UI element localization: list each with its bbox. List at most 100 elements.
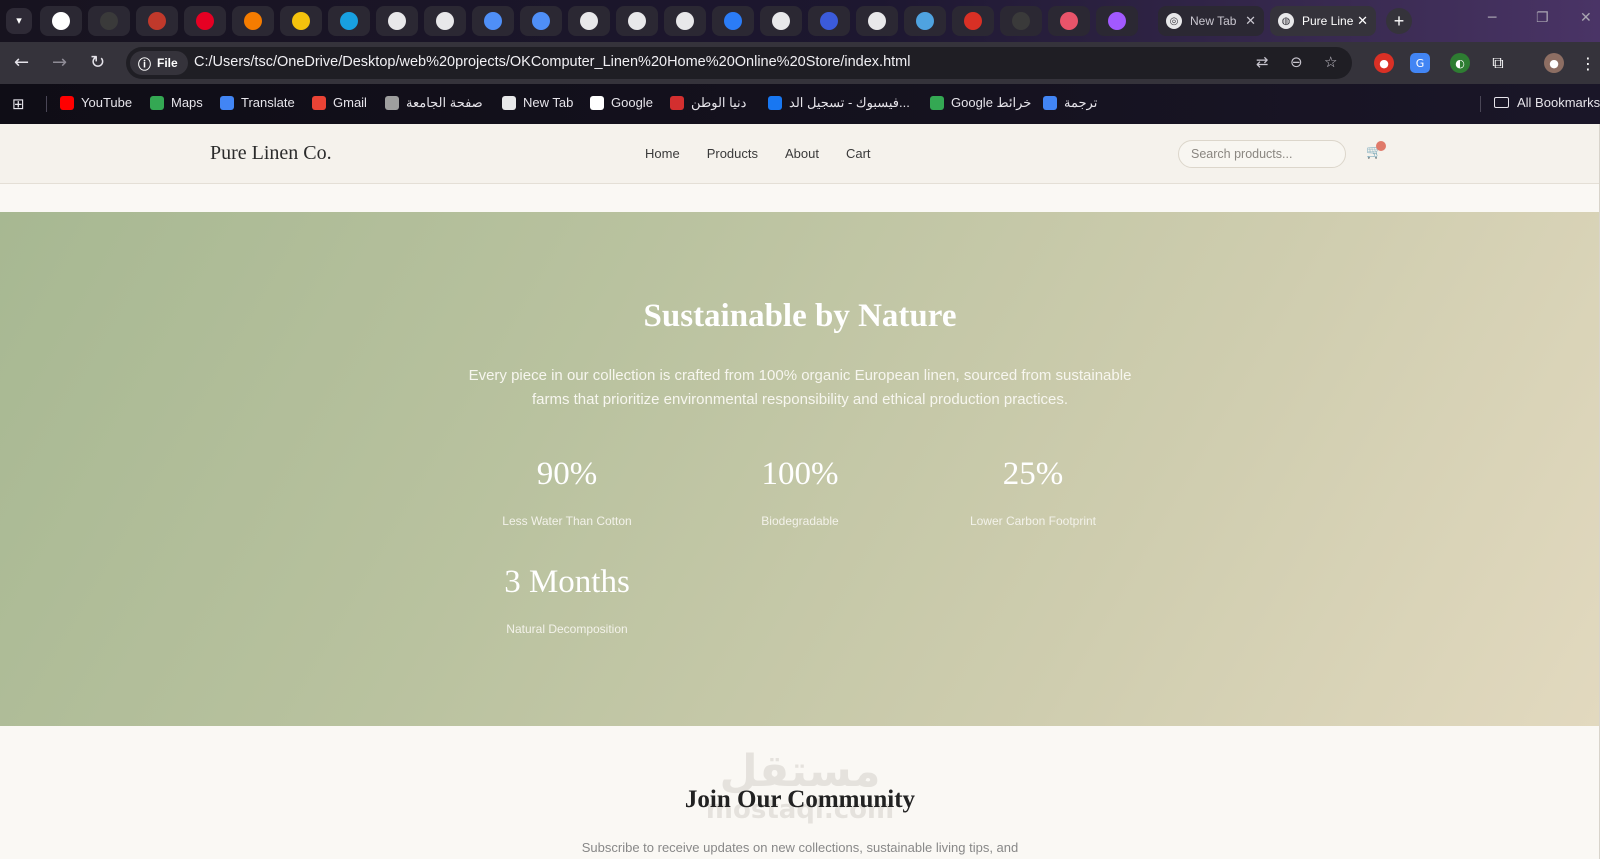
adblock-extension-icon[interactable]: ●: [1374, 53, 1394, 73]
pinned-tab[interactable]: [760, 6, 802, 36]
maps-icon: [150, 95, 164, 110]
new-tab-button[interactable]: +: [1386, 8, 1412, 34]
section-title: Sustainable by Nature: [643, 298, 957, 334]
forward-icon[interactable]: →: [52, 52, 67, 73]
reload-icon[interactable]: ↻: [90, 52, 105, 73]
pinned-tab[interactable]: [808, 6, 850, 36]
address-bar[interactable]: ⓘ File C:/Users/tsc/OneDrive/Desktop/web…: [126, 47, 1352, 79]
pie-icon: [1060, 12, 1078, 30]
main-nav: Home Products About Cart: [645, 146, 898, 161]
speed-icon: [148, 12, 166, 30]
pinned-tab[interactable]: [280, 6, 322, 36]
separator: [46, 96, 47, 112]
extension-icon[interactable]: ◐: [1450, 53, 1470, 73]
bookmark-item[interactable]: Google: [590, 95, 653, 110]
moon-icon: [724, 12, 742, 30]
bookmark-item[interactable]: YouTube: [60, 95, 132, 110]
all-bookmarks-button[interactable]: All Bookmarks: [1494, 95, 1600, 110]
pinned-tab[interactable]: [40, 6, 82, 36]
bookmark-label: YouTube: [81, 95, 133, 110]
back-icon[interactable]: ←: [14, 52, 29, 73]
tab-new-tab[interactable]: ◎ New Tab ✕: [1158, 6, 1264, 36]
circle-app-icon: [340, 12, 358, 30]
bookmark-label: Maps: [171, 95, 203, 110]
search-input[interactable]: [1178, 140, 1346, 168]
pinned-tab[interactable]: [1048, 6, 1090, 36]
globe-icon: [772, 12, 790, 30]
site-info-label: File: [157, 56, 178, 70]
info-icon: ⓘ: [138, 57, 152, 73]
puzzle-icon[interactable]: ⧉: [1488, 53, 1508, 73]
apps-grid-icon[interactable]: ⊞: [12, 95, 25, 113]
minimize-icon[interactable]: ─: [1488, 10, 1496, 26]
close-icon[interactable]: ✕: [1357, 14, 1368, 29]
bookmark-item[interactable]: صفحة الجامعة: [385, 95, 483, 111]
google-icon: [590, 95, 604, 110]
bookmark-label: Gmail: [333, 95, 367, 110]
flame-icon: [244, 12, 262, 30]
translate-extension-icon[interactable]: G: [1410, 53, 1430, 73]
pinned-tab[interactable]: [232, 6, 274, 36]
bookmark-item[interactable]: فيسبوك - تسجيل الد...: [768, 95, 910, 111]
pinned-tab[interactable]: [664, 6, 706, 36]
url-text[interactable]: C:/Users/tsc/OneDrive/Desktop/web%20proj…: [194, 54, 910, 70]
news-icon: [670, 96, 684, 110]
pinned-tab[interactable]: [904, 6, 946, 36]
nav-cart[interactable]: Cart: [846, 146, 871, 161]
bookmark-label: فيسبوك - تسجيل الد...: [789, 95, 910, 110]
avatar[interactable]: ●: [1544, 53, 1564, 73]
more-menu-icon[interactable]: ⋮: [1578, 53, 1598, 73]
pinned-tab[interactable]: [616, 6, 658, 36]
nav-home[interactable]: Home: [645, 146, 680, 161]
bookmark-label: ترجمة: [1064, 95, 1098, 110]
figma-icon: [1108, 12, 1126, 30]
pinned-tab[interactable]: [184, 6, 226, 36]
chevron-down-icon[interactable]: ▾: [6, 8, 32, 34]
youtube-icon: [60, 95, 74, 110]
community-section: مستقل mostaql.com Join Our Community Sub…: [0, 726, 1600, 859]
translate-page-icon[interactable]: ⇄: [1256, 53, 1269, 71]
pinned-tab[interactable]: [712, 6, 754, 36]
bowl-icon: [916, 12, 934, 30]
restore-icon[interactable]: ❐: [1536, 10, 1549, 26]
bookmark-label: دنيا الوطن: [691, 95, 747, 110]
nav-about[interactable]: About: [785, 146, 819, 161]
close-icon[interactable]: ✕: [1245, 14, 1256, 29]
stat-value: 100%: [761, 456, 839, 492]
bookmark-star-icon[interactable]: ☆: [1324, 53, 1337, 71]
bookmark-item[interactable]: Gmail: [312, 95, 367, 110]
globe-icon: [868, 12, 886, 30]
google-icon: [52, 12, 70, 30]
pinned-tab[interactable]: [472, 6, 514, 36]
bookmarks-bar: ⊞ YouTube Maps Translate Gmail صفحة الجامعة N…: [0, 84, 1600, 124]
pinned-tab[interactable]: [1000, 6, 1042, 36]
bookmark-item[interactable]: New Tab: [502, 95, 573, 110]
nav-products[interactable]: Products: [707, 146, 758, 161]
bookmark-item[interactable]: دنيا الوطن: [670, 95, 746, 111]
bookmark-label: Google: [611, 95, 653, 110]
pinterest-icon: [196, 12, 214, 30]
pinned-tab[interactable]: [328, 6, 370, 36]
globe-icon: [676, 12, 694, 30]
zoom-icon[interactable]: ⊖: [1290, 53, 1303, 71]
pinned-tab[interactable]: [856, 6, 898, 36]
pinned-tab[interactable]: [376, 6, 418, 36]
site-info-chip[interactable]: ⓘ File: [130, 51, 188, 75]
site-logo[interactable]: Pure Linen Co.: [210, 142, 332, 165]
bookmark-item[interactable]: Google خرائط: [930, 95, 1031, 111]
pinned-tab[interactable]: [568, 6, 610, 36]
close-window-icon[interactable]: ✕: [1580, 10, 1592, 26]
globe-icon: [436, 12, 454, 30]
bookmark-item[interactable]: Translate: [220, 95, 295, 110]
pinned-tab[interactable]: [952, 6, 994, 36]
bookmark-item[interactable]: ترجمة: [1043, 95, 1097, 111]
pinned-tab[interactable]: [1096, 6, 1138, 36]
pinned-tab[interactable]: [136, 6, 178, 36]
pinned-tab[interactable]: [424, 6, 466, 36]
bookmark-item[interactable]: Maps: [150, 95, 203, 110]
tab-pure-linen[interactable]: ◍ Pure Linen Co. ✕: [1270, 6, 1376, 36]
pinned-tab[interactable]: [88, 6, 130, 36]
stat-label: Less Water Than Cotton: [502, 514, 632, 528]
pinned-tab[interactable]: [520, 6, 562, 36]
globe-icon: [502, 95, 516, 110]
